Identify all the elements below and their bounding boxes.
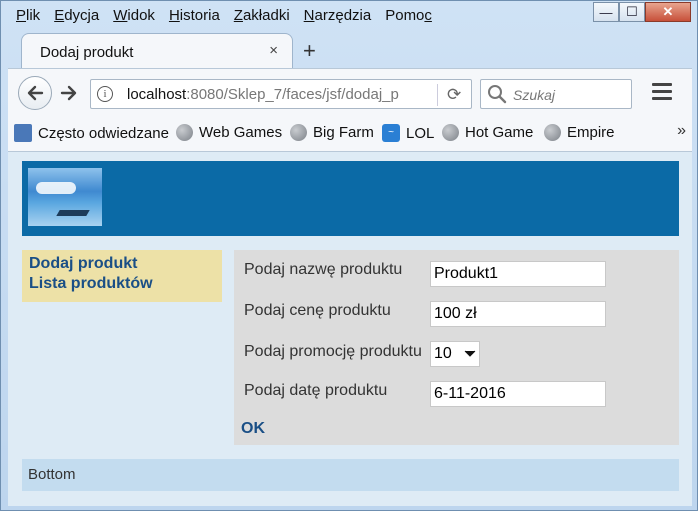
product-price-label: Podaj cenę produktu <box>244 302 391 319</box>
url-host: localhost <box>127 86 187 103</box>
menu-pomoc-label: Pomo <box>385 7 425 24</box>
tab-dodaj-produkt[interactable]: Dodaj produkt × <box>21 33 293 69</box>
bookmark-big-farm[interactable]: Big Farm <box>290 124 374 141</box>
product-price-input[interactable]: 100 zł <box>430 301 606 327</box>
chevron-down-icon <box>464 350 476 357</box>
page-footer: Bottom <box>22 459 679 491</box>
bookmark-empire[interactable]: Empire <box>544 124 615 141</box>
bookmark-label: Big Farm <box>313 124 374 141</box>
globe-icon <box>290 124 307 141</box>
header-logo-image <box>28 168 102 226</box>
search-placeholder: Szukaj <box>513 87 556 103</box>
logo-cloud <box>36 182 76 194</box>
bookmark-label: LOL <box>406 124 435 142</box>
menu-historia[interactable]: Historia <box>162 4 227 28</box>
tab-title: Dodaj produkt <box>40 44 134 61</box>
page-content: Dodaj produkt Lista produktów Podaj nazw… <box>8 152 692 506</box>
search-icon <box>488 85 507 104</box>
product-date-input[interactable]: 6-11-2016 <box>430 381 606 407</box>
often-visited-icon <box>14 124 32 142</box>
maximize-icon: ☐ <box>626 4 638 19</box>
globe-icon <box>176 124 193 141</box>
minimize-button[interactable]: — <box>593 2 619 22</box>
bookmark-label: Web Games <box>199 124 283 141</box>
maximize-button[interactable]: ☐ <box>619 2 645 22</box>
menu-widok[interactable]: Widok <box>106 4 162 28</box>
bookmark-web-games[interactable]: Web Games <box>176 124 282 141</box>
product-date-label: Podaj datę produktu <box>244 382 388 399</box>
menu-narzedzia[interactable]: Narzędzia <box>297 4 379 28</box>
footer-text: Bottom <box>28 466 76 483</box>
menu-zakladki[interactable]: Zakładki <box>227 4 297 28</box>
bookmark-czesto-odwiedzane[interactable]: Często odwiedzane <box>14 124 169 142</box>
hamburger-menu-icon[interactable] <box>652 83 672 104</box>
url-path: :8080/Sklep_7/faces/jsf/dodaj_p <box>186 86 399 103</box>
globe-icon <box>544 124 561 141</box>
globe-icon <box>442 124 459 141</box>
menu-plik-label: lik <box>26 7 41 24</box>
arrow-right-icon <box>60 85 77 101</box>
menu-zakladki-label: akładki <box>242 7 290 24</box>
menu-plik[interactable]: Plik <box>9 4 47 28</box>
sidebar-link-dodaj-produkt[interactable]: Dodaj produkt <box>29 255 137 273</box>
product-name-label: Podaj nazwę produktu <box>244 261 403 278</box>
bookmark-label: Często odwiedzane <box>38 124 169 142</box>
arrow-left-icon <box>27 85 44 101</box>
browser-window: Plik Edycja Widok Historia Zakładki Narz… <box>0 0 698 511</box>
url-bar[interactable]: i localhost:8080/Sklep_7/faces/jsf/dodaj… <box>90 79 472 109</box>
sidebar-nav: Dodaj produkt Lista produktów <box>22 250 222 302</box>
menu-widok-label: idok <box>127 7 155 24</box>
url-text: localhost:8080/Sklep_7/faces/jsf/dodaj_p <box>127 86 407 103</box>
nav-bar: i localhost:8080/Sklep_7/faces/jsf/dodaj… <box>8 68 692 114</box>
search-bar[interactable]: Szukaj <box>480 79 632 109</box>
logo-pier <box>56 210 90 216</box>
forward-button[interactable] <box>58 82 80 104</box>
bookmarks-bar: Często odwiedzane Web Games Big Farm ~ L… <box>8 114 692 152</box>
reload-icon[interactable]: ⟳ <box>447 85 461 105</box>
ok-submit-button[interactable]: OK <box>241 420 265 438</box>
product-name-input[interactable]: Produkt1 <box>430 261 606 287</box>
info-icon[interactable]: i <box>97 86 113 102</box>
menu-edycja-label: dycja <box>64 7 100 24</box>
close-icon: ✕ <box>662 4 674 19</box>
bookmarks-more-icon[interactable]: » <box>677 122 686 140</box>
bookmark-label: Hot Game <box>465 124 534 141</box>
back-button[interactable] <box>18 76 52 110</box>
menu-pomoc[interactable]: Pomoc <box>378 4 439 28</box>
lol-icon: ~ <box>382 124 400 142</box>
tab-close-icon[interactable]: × <box>269 42 278 59</box>
bookmark-lol[interactable]: ~ LOL <box>382 124 434 142</box>
minimize-icon: — <box>599 4 613 20</box>
menu-bar: Plik Edycja Widok Historia Zakładki Narz… <box>9 4 439 28</box>
product-promo-label: Podaj promocję produktu <box>244 343 422 360</box>
close-window-button[interactable]: ✕ <box>645 2 691 22</box>
menu-historia-label: istoria <box>179 7 220 24</box>
promo-selected-value: 10 <box>434 345 452 362</box>
bookmark-label: Empire <box>567 124 615 141</box>
new-tab-icon[interactable]: + <box>303 38 316 64</box>
menu-edycja[interactable]: Edycja <box>47 4 106 28</box>
product-promo-select[interactable]: 10 <box>430 341 480 367</box>
window-controls: — ☐ ✕ <box>593 2 691 22</box>
url-separator <box>437 84 438 106</box>
page-header <box>22 161 679 236</box>
menu-narzedzia-label: arzędzia <box>314 7 372 24</box>
product-form: Podaj nazwę produktu Produkt1 Podaj cenę… <box>234 250 679 445</box>
bookmark-hot-game[interactable]: Hot Game <box>442 124 533 141</box>
sidebar-link-lista-produktow[interactable]: Lista produktów <box>29 275 153 293</box>
